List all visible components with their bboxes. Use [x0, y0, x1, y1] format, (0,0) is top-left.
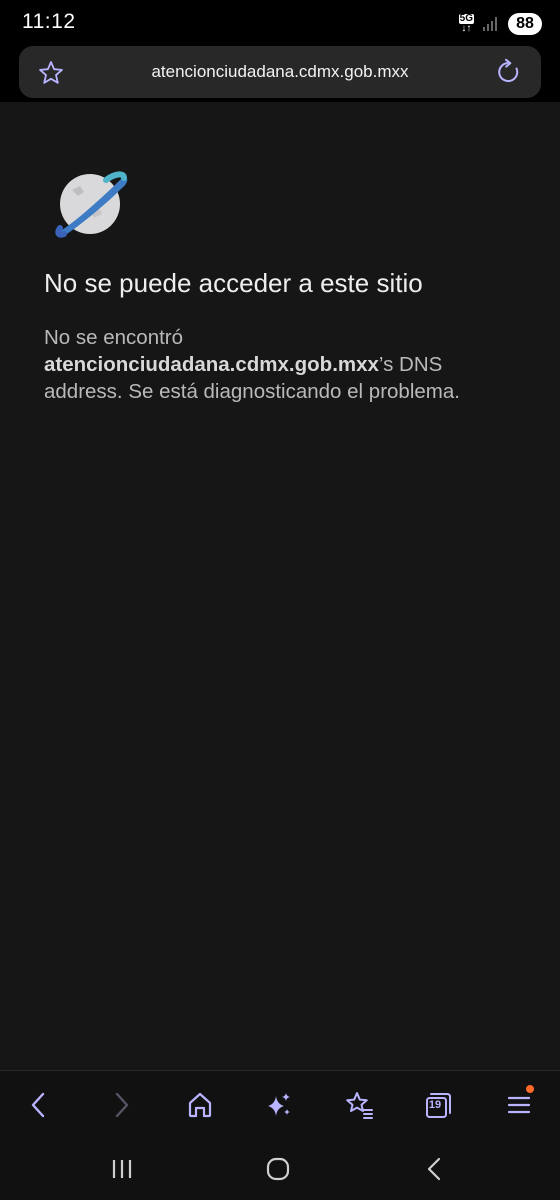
back-nav-icon[interactable]	[420, 1154, 450, 1184]
error-prefix: No se encontró	[44, 326, 184, 349]
error-host: atencionciudadana.cdmx.gob.mxx	[44, 353, 379, 376]
page-content: No se puede acceder a este sitio No se e…	[0, 102, 560, 1070]
globe-icon	[50, 170, 130, 244]
menu-icon[interactable]	[502, 1085, 536, 1122]
forward-icon[interactable]	[104, 1088, 138, 1122]
home-icon[interactable]	[183, 1088, 217, 1122]
bookmarks-icon[interactable]	[342, 1088, 376, 1122]
sparkle-icon[interactable]	[262, 1088, 296, 1122]
browser-toolbar: 19	[0, 1070, 560, 1137]
recents-icon[interactable]	[107, 1154, 137, 1184]
error-title: No se puede acceder a este sitio	[44, 268, 423, 298]
star-icon[interactable]	[37, 59, 65, 87]
system-navigation-bar	[0, 1136, 560, 1200]
back-icon[interactable]	[22, 1088, 56, 1122]
status-time: 11:12	[22, 10, 76, 33]
menu-badge	[526, 1085, 534, 1093]
status-bar: 11:12 5G ↓↑ 88	[0, 0, 560, 44]
tabs-icon[interactable]: 19	[421, 1088, 455, 1122]
address-bar-area: atencionciudadana.cdmx.gob.mxx	[0, 44, 560, 102]
url-text[interactable]: atencionciudadana.cdmx.gob.mxx	[79, 62, 481, 82]
reload-icon[interactable]	[495, 58, 523, 86]
network-icon: 5G ↓↑	[458, 13, 474, 34]
signal-icon	[483, 17, 497, 31]
address-bar[interactable]: atencionciudadana.cdmx.gob.mxx	[19, 46, 541, 98]
tabs-count: 19	[428, 1099, 442, 1111]
status-icons: 5G ↓↑ 88	[458, 12, 542, 36]
error-description: No se encontró atencionciudadana.cdmx.go…	[44, 324, 524, 405]
home-nav-icon[interactable]	[263, 1154, 293, 1184]
battery-indicator: 88	[508, 13, 542, 35]
